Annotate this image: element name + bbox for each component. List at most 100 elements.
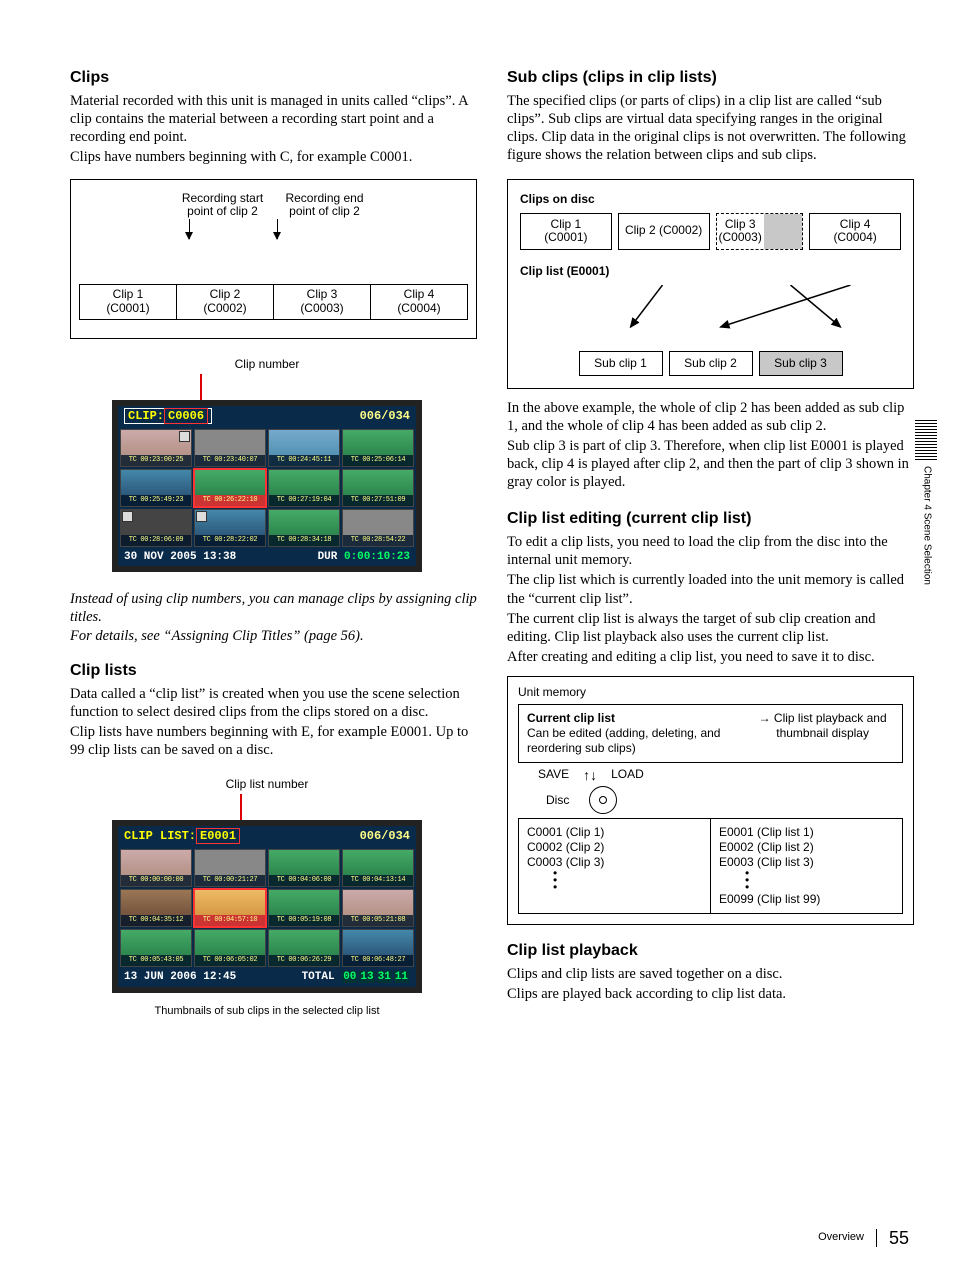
arrow-down-icon bbox=[277, 219, 278, 239]
label: Can be edited (adding, deleting, and reo… bbox=[527, 726, 741, 756]
timecode: TC 00:05:19:08 bbox=[269, 915, 339, 926]
label: Recording end point of clip 2 bbox=[279, 192, 371, 220]
date-time: 13 JUN 2006 12:45 bbox=[124, 971, 236, 985]
timecode: TC 00:27:51:09 bbox=[343, 495, 413, 506]
timecode: TC 00:24:45:11 bbox=[269, 455, 339, 466]
text: In the above example, the whole of clip … bbox=[507, 399, 914, 435]
chapter-label: Chapter 4 Scene Selection bbox=[920, 466, 933, 585]
timecode: TC 00:28:34:18 bbox=[269, 535, 339, 546]
timecode: TC 00:28:06:09 bbox=[121, 535, 191, 546]
digit: 11 bbox=[394, 971, 409, 983]
list-item: E0002 (Clip list 2) bbox=[719, 840, 894, 855]
timecode: TC 00:26:22:10 bbox=[195, 495, 265, 506]
text: After creating and editing a clip list, … bbox=[507, 648, 914, 666]
thumbnail-screen-clip: CLIP:C0006 006/034 TC 00:23:00:25 TC 00:… bbox=[112, 400, 422, 573]
page-footer: Overview 55 bbox=[818, 1227, 909, 1250]
text: The current clip list is always the targ… bbox=[507, 610, 914, 646]
label: Clips on disc bbox=[520, 192, 901, 207]
timecode: TC 00:05:43:05 bbox=[121, 955, 191, 966]
diagram-unit-memory: Unit memory Current clip list Can be edi… bbox=[507, 676, 914, 925]
ellipsis-icon: ••• bbox=[745, 870, 894, 892]
label: CLIP: bbox=[128, 409, 164, 423]
timecode: TC 00:06:05:02 bbox=[195, 955, 265, 966]
label: Clip list (E0001) bbox=[520, 264, 901, 279]
note: For details, see “Assigning Clip Titles”… bbox=[70, 628, 364, 644]
side-tab: Chapter 4 Scene Selection bbox=[914, 420, 938, 680]
label: Recording start point of clip 2 bbox=[177, 192, 269, 220]
text: To edit a clip lists, you need to load t… bbox=[507, 533, 914, 569]
counter: 006/034 bbox=[360, 409, 410, 424]
text: Clip lists have numbers beginning with E… bbox=[70, 723, 477, 759]
timecode: TC 00:27:19:04 bbox=[269, 495, 339, 506]
label: Sub clip 3 bbox=[759, 351, 843, 376]
date-time: 30 NOV 2005 13:38 bbox=[124, 551, 236, 565]
label: Clip 3 bbox=[719, 218, 762, 232]
label: Current clip list bbox=[527, 711, 741, 726]
timecode: TC 00:28:54:22 bbox=[343, 535, 413, 546]
timecode: TC 00:04:06:00 bbox=[269, 875, 339, 886]
timecode: TC 00:04:57:10 bbox=[195, 915, 265, 926]
label: (C0002) bbox=[177, 302, 273, 315]
clip-id: C0006 bbox=[164, 408, 208, 424]
label: Clip 1 bbox=[523, 218, 609, 232]
heading-clip-lists: Clip lists bbox=[70, 661, 477, 681]
label: Clip 4 bbox=[812, 218, 898, 232]
divider bbox=[876, 1229, 877, 1247]
label: Disc bbox=[546, 793, 569, 808]
footer-section: Overview bbox=[818, 1231, 864, 1245]
callout-line bbox=[240, 794, 242, 820]
callout-clip-list-number: Clip list number bbox=[112, 777, 422, 792]
timecode: TC 00:00:21:27 bbox=[195, 875, 265, 886]
page-number: 55 bbox=[889, 1227, 909, 1250]
list-item: C0001 (Clip 1) bbox=[527, 825, 702, 840]
label: (C0001) bbox=[523, 231, 609, 245]
clip-list-id: E0001 bbox=[196, 828, 240, 844]
text: The clip list which is currently loaded … bbox=[507, 571, 914, 607]
text: Clips and clip lists are saved together … bbox=[507, 965, 914, 983]
note: Instead of using clip numbers, you can m… bbox=[70, 591, 477, 625]
digit: 00 bbox=[342, 971, 357, 983]
timecode: TC 00:25:06:14 bbox=[343, 455, 413, 466]
label: LOAD bbox=[611, 767, 644, 782]
label: SAVE bbox=[538, 767, 569, 782]
duration: 0:00:10:23 bbox=[344, 551, 410, 563]
text: The specified clips (or parts of clips) … bbox=[507, 92, 914, 165]
arrow-down-icon bbox=[189, 219, 190, 239]
arrow-right-icon: → bbox=[759, 711, 771, 725]
caption: Thumbnails of sub clips in the selected … bbox=[112, 1005, 422, 1019]
timecode: TC 00:23:00:25 bbox=[121, 455, 191, 466]
text: Material recorded with this unit is mana… bbox=[70, 92, 477, 146]
heading-clip-list-editing: Clip list editing (current clip list) bbox=[507, 509, 914, 529]
list-item: E0099 (Clip list 99) bbox=[719, 892, 894, 907]
counter: 006/034 bbox=[360, 829, 410, 844]
timecode: TC 00:25:49:23 bbox=[121, 495, 191, 506]
label: Sub clip 1 bbox=[579, 351, 663, 376]
label: (C0004) bbox=[371, 302, 467, 315]
callout-line bbox=[200, 374, 202, 400]
label: Unit memory bbox=[518, 685, 903, 700]
timecode: TC 00:06:48:27 bbox=[343, 955, 413, 966]
digit: 13 bbox=[359, 971, 374, 983]
heading-clip-list-playback: Clip list playback bbox=[507, 941, 914, 961]
timecode: TC 00:00:00:00 bbox=[121, 875, 191, 886]
label: (C0003) bbox=[719, 231, 762, 245]
label: Sub clip 2 bbox=[669, 351, 753, 376]
callout-clip-number: Clip number bbox=[112, 357, 422, 372]
timecode: TC 00:23:40:07 bbox=[195, 455, 265, 466]
label: Clip list playback and thumbnail display bbox=[774, 711, 887, 740]
label: Clip 3 bbox=[274, 288, 370, 301]
digit: 31 bbox=[377, 971, 392, 983]
timecode: TC 00:05:21:08 bbox=[343, 915, 413, 926]
arrows-icon bbox=[520, 285, 901, 335]
text: Data called a “clip list” is created whe… bbox=[70, 685, 477, 721]
ellipsis-icon: ••• bbox=[553, 870, 702, 892]
timecode: TC 00:04:35:12 bbox=[121, 915, 191, 926]
thumbnail-screen-cliplist: CLIP LIST:E0001 006/034 TC 00:00:00:00 T… bbox=[112, 820, 422, 993]
text: Clips have numbers beginning with C, for… bbox=[70, 148, 477, 166]
heading-sub-clips: Sub clips (clips in clip lists) bbox=[507, 68, 914, 88]
label: TOTAL bbox=[302, 971, 335, 983]
diagram-subclips: Clips on disc Clip 1(C0001) Clip 2 (C000… bbox=[507, 179, 914, 389]
label: Clip 1 bbox=[80, 288, 176, 301]
label: Clip 4 bbox=[371, 288, 467, 301]
disc-icon bbox=[589, 786, 617, 814]
